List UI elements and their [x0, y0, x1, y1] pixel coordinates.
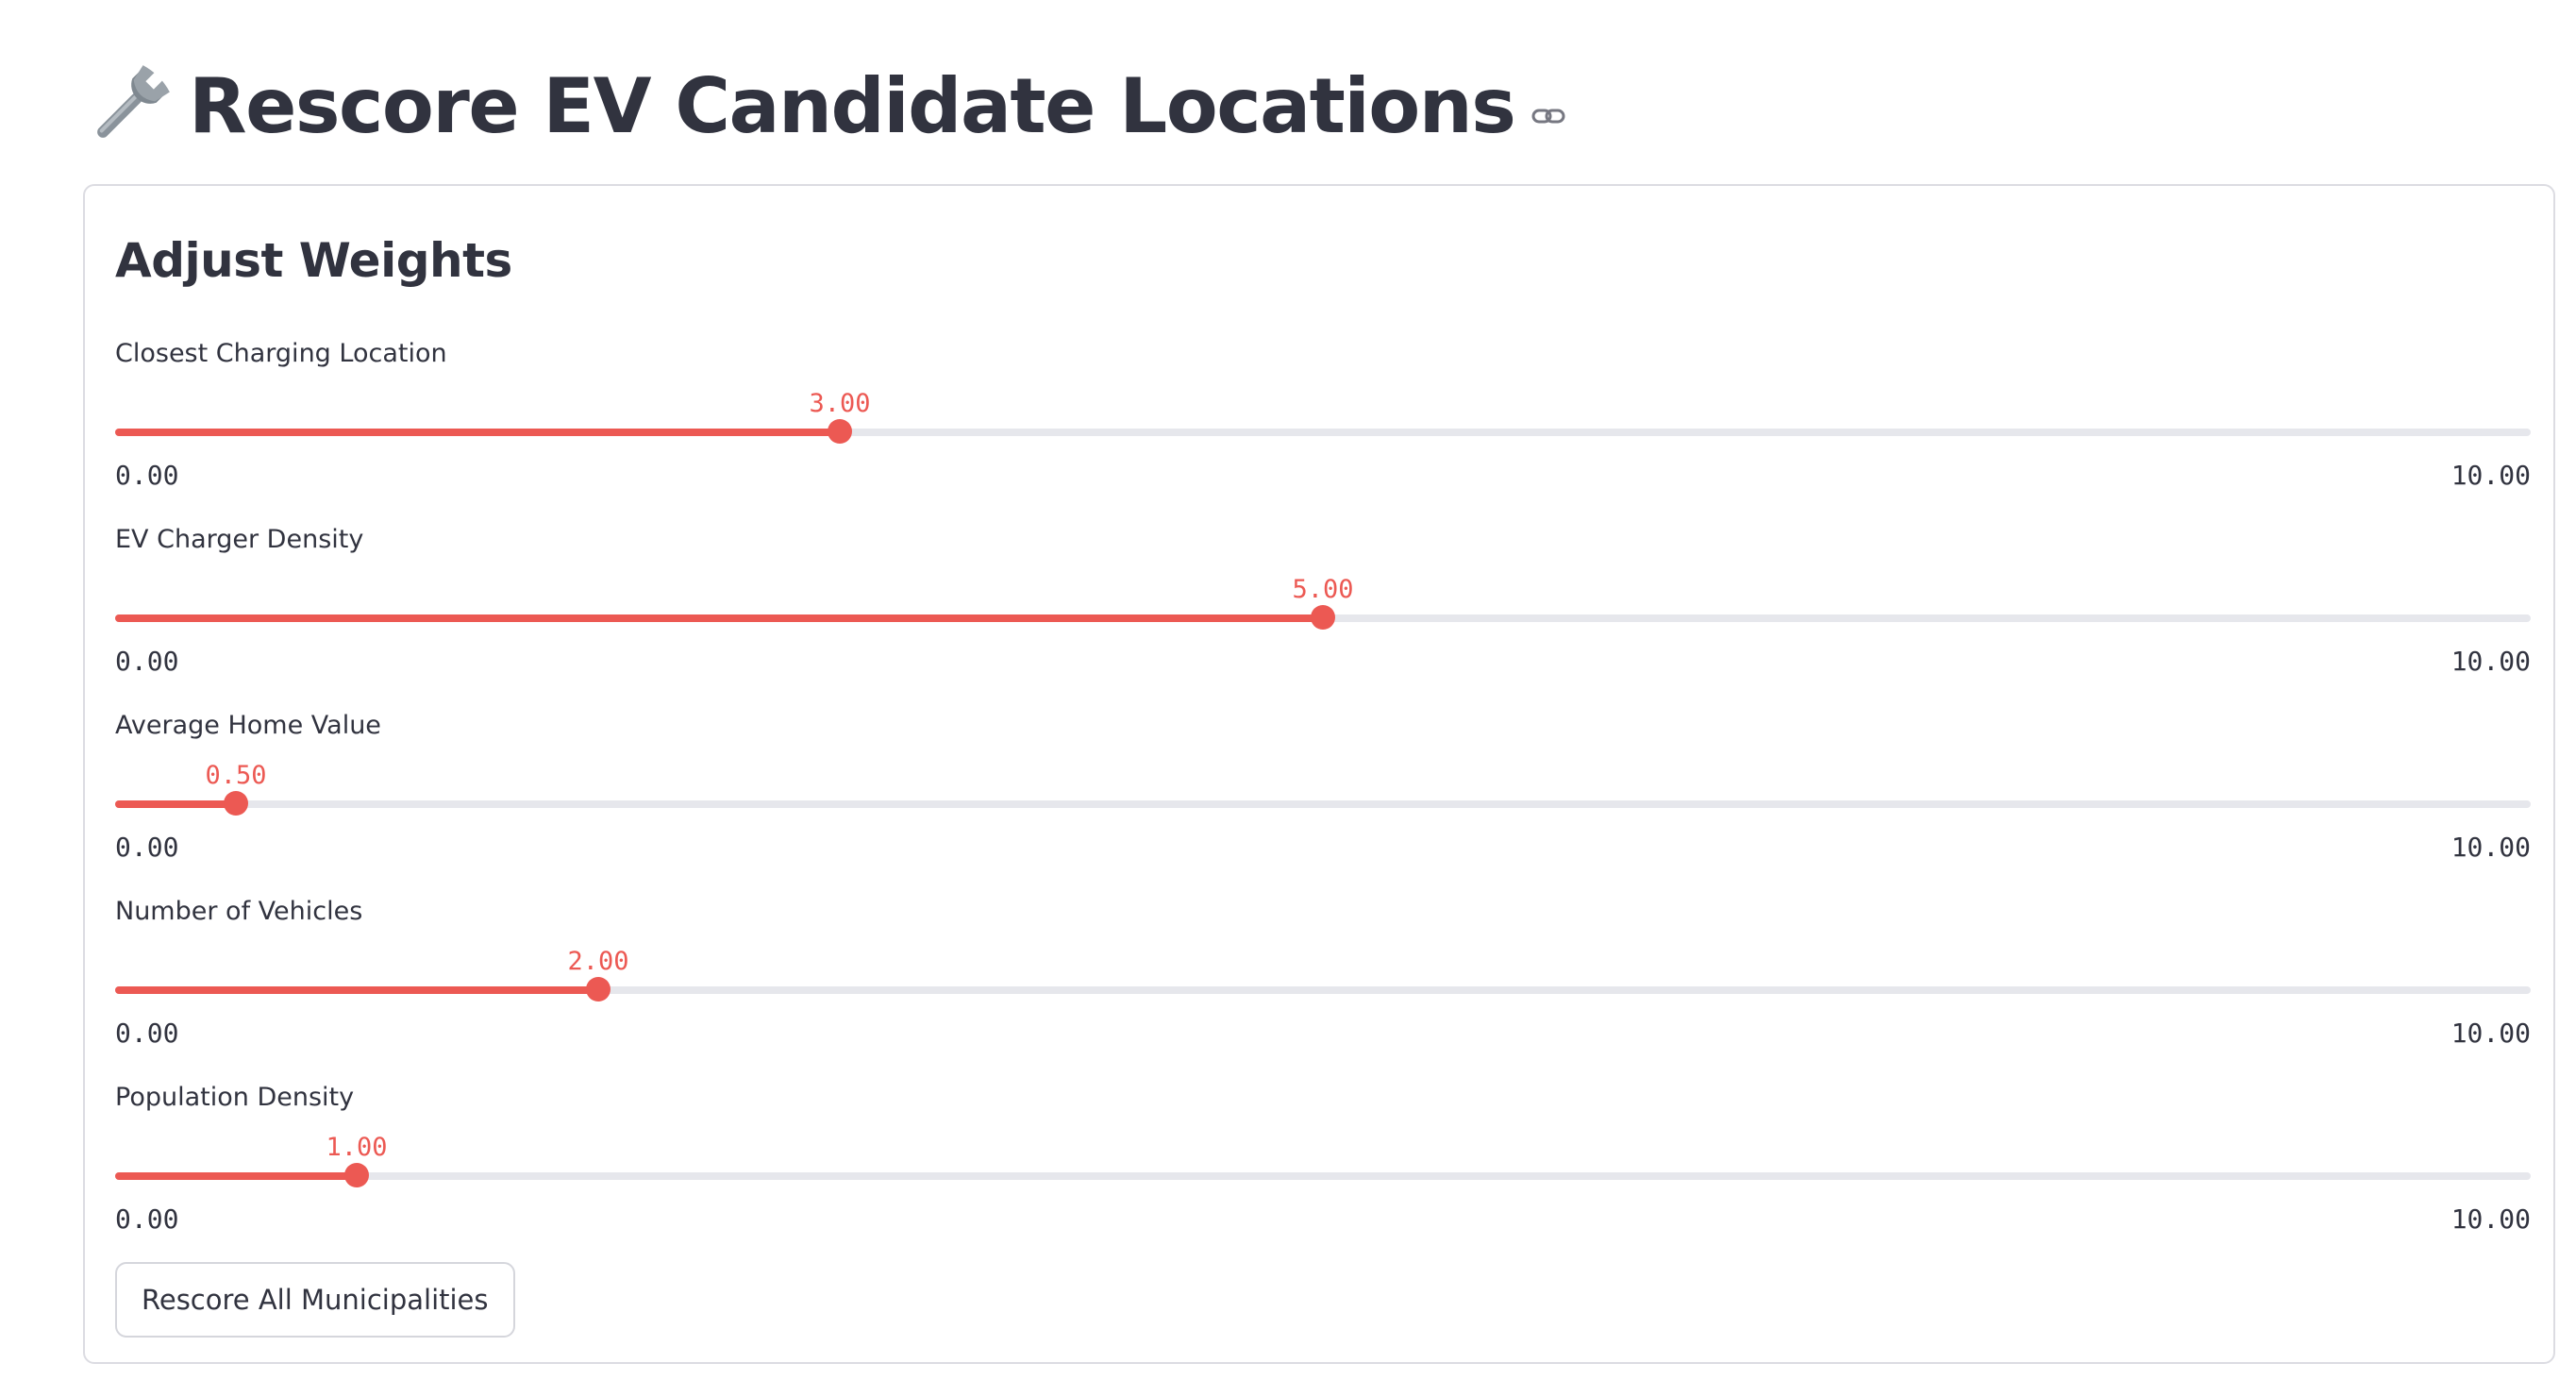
- slider-population-density: Population Density 1.00 0.00 10.00: [115, 1081, 2531, 1241]
- slider-value: 1.00: [326, 1133, 388, 1162]
- app-page: Rescore EV Candidate Locations Adjust We…: [0, 0, 2576, 1397]
- slider-max: 10.00: [2451, 1203, 2531, 1235]
- slider-value: 5.00: [1292, 575, 1354, 604]
- slider-label: Number of Vehicles: [115, 897, 363, 926]
- page-title: Rescore EV Candidate Locations: [189, 62, 1516, 150]
- slider-average-home-value: Average Home Value 0.50 0.00 10.00: [115, 709, 2531, 869]
- slider-min: 0.00: [115, 1018, 179, 1049]
- slider-track[interactable]: [115, 419, 2531, 444]
- slider-track[interactable]: [115, 977, 2531, 1001]
- slider-thumb[interactable]: [344, 1163, 369, 1187]
- slider-closest-charging-location: Closest Charging Location 3.00 0.00 10.0…: [115, 337, 2531, 497]
- slider-max: 10.00: [2451, 832, 2531, 863]
- slider-number-of-vehicles: Number of Vehicles 2.00 0.00 10.00: [115, 895, 2531, 1055]
- section-title: Adjust Weights: [115, 233, 512, 288]
- slider-max: 10.00: [2451, 646, 2531, 677]
- slider-fill: [115, 800, 236, 808]
- page-header: Rescore EV Candidate Locations: [83, 49, 1567, 164]
- slider-track[interactable]: [115, 1163, 2531, 1187]
- slider-label: Average Home Value: [115, 711, 381, 740]
- slider-ev-charger-density: EV Charger Density 5.00 0.00 10.00: [115, 523, 2531, 683]
- rescore-all-button[interactable]: Rescore All Municipalities: [115, 1262, 515, 1338]
- slider-max: 10.00: [2451, 460, 2531, 491]
- slider-min: 0.00: [115, 646, 179, 677]
- slider-min: 0.00: [115, 1203, 179, 1235]
- slider-label: Closest Charging Location: [115, 339, 447, 368]
- slider-track[interactable]: [115, 791, 2531, 816]
- slider-fill: [115, 614, 1323, 622]
- slider-min: 0.00: [115, 460, 179, 491]
- weights-form: Adjust Weights Closest Charging Location…: [83, 184, 2555, 1364]
- link-icon[interactable]: [1530, 97, 1567, 135]
- slider-fill: [115, 429, 840, 436]
- slider-fill: [115, 986, 598, 994]
- slider-label: Population Density: [115, 1083, 355, 1112]
- slider-min: 0.00: [115, 832, 179, 863]
- slider-fill: [115, 1172, 357, 1180]
- slider-value: 2.00: [567, 947, 629, 976]
- slider-max: 10.00: [2451, 1018, 2531, 1049]
- slider-value: 0.50: [205, 761, 267, 790]
- slider-label: EV Charger Density: [115, 525, 364, 554]
- wrench-icon: [83, 61, 174, 152]
- slider-value: 3.00: [809, 389, 871, 418]
- slider-thumb[interactable]: [1311, 605, 1335, 630]
- slider-track[interactable]: [115, 605, 2531, 630]
- slider-thumb[interactable]: [224, 791, 248, 816]
- slider-thumb[interactable]: [828, 419, 852, 444]
- slider-thumb[interactable]: [586, 977, 611, 1001]
